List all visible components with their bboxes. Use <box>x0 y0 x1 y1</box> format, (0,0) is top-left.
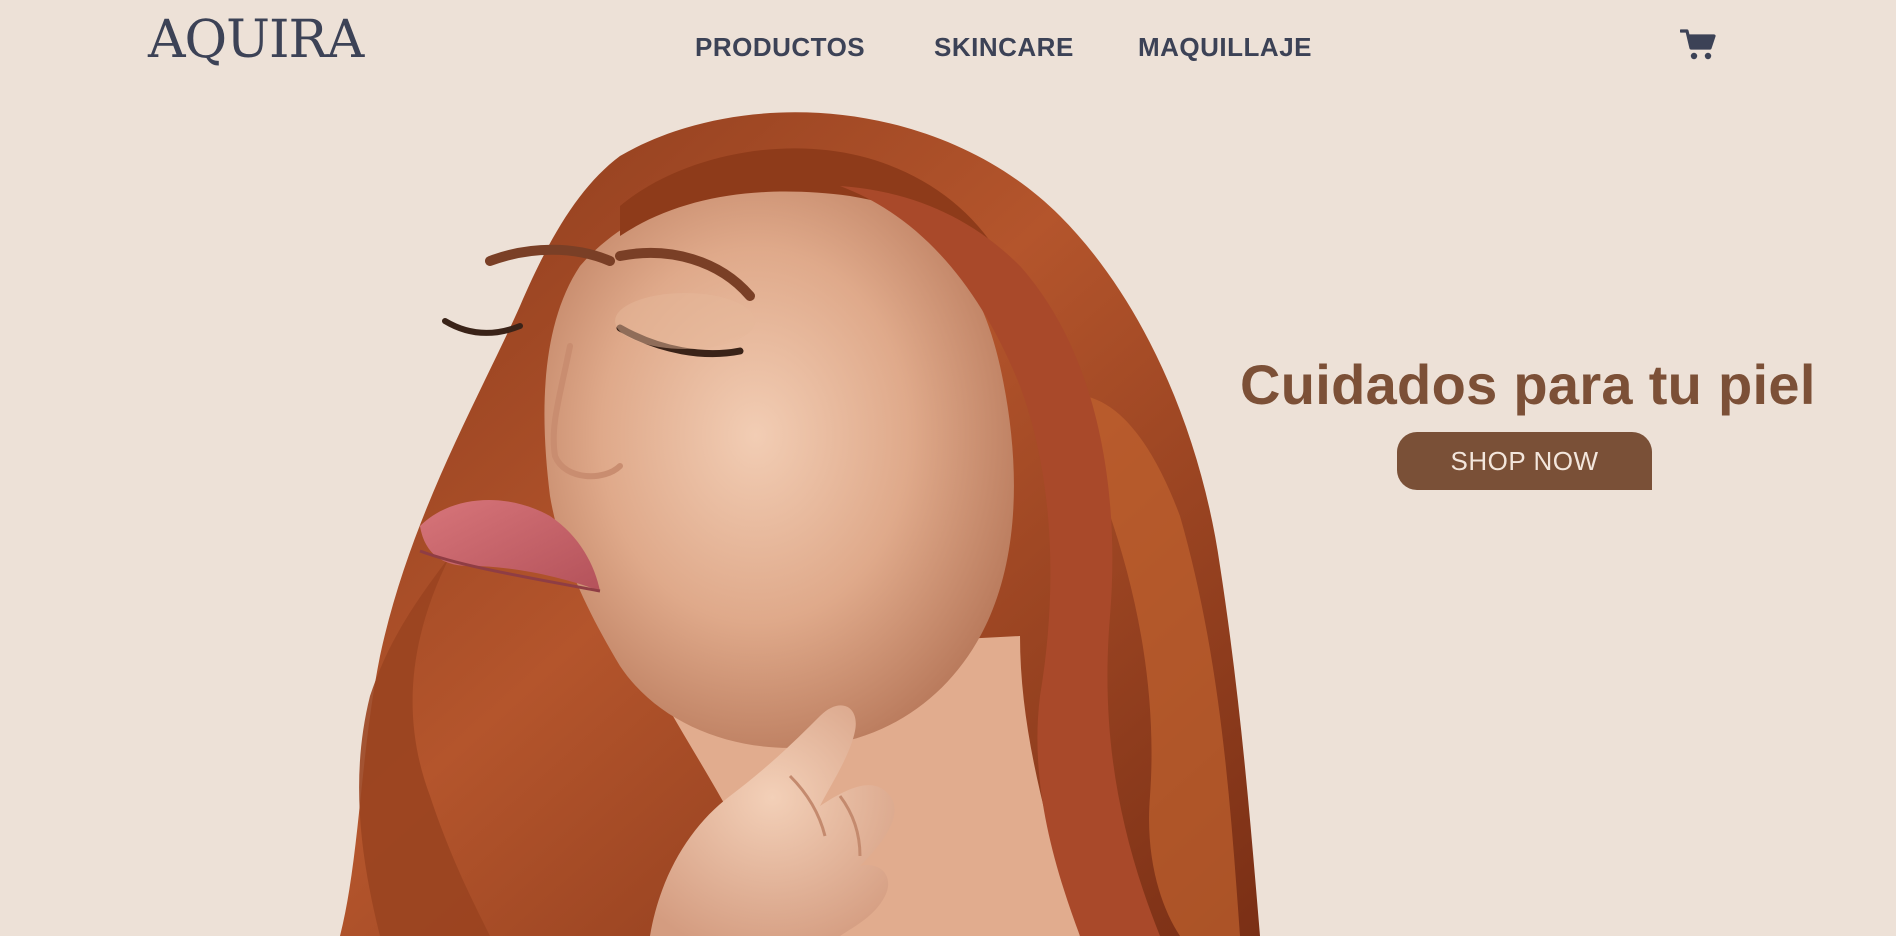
shopping-cart-icon[interactable] <box>1679 28 1716 62</box>
shopping-cart-icon-svg <box>1679 29 1716 60</box>
nav-item-skincare[interactable]: SKINCARE <box>934 32 1074 63</box>
shop-now-button[interactable]: SHOP NOW <box>1397 432 1652 490</box>
hero-portrait-image <box>340 112 1260 936</box>
main-nav: PRODUCTOS SKINCARE MAQUILLAJE <box>0 32 1896 66</box>
nav-item-productos[interactable]: PRODUCTOS <box>695 32 865 63</box>
hero-headline: Cuidados para tu piel <box>1240 353 1816 416</box>
landing-page: AQUIRA PRODUCTOS SKINCARE MAQUILLAJE Cui… <box>0 0 1896 936</box>
nav-item-maquillaje[interactable]: MAQUILLAJE <box>1138 32 1312 63</box>
